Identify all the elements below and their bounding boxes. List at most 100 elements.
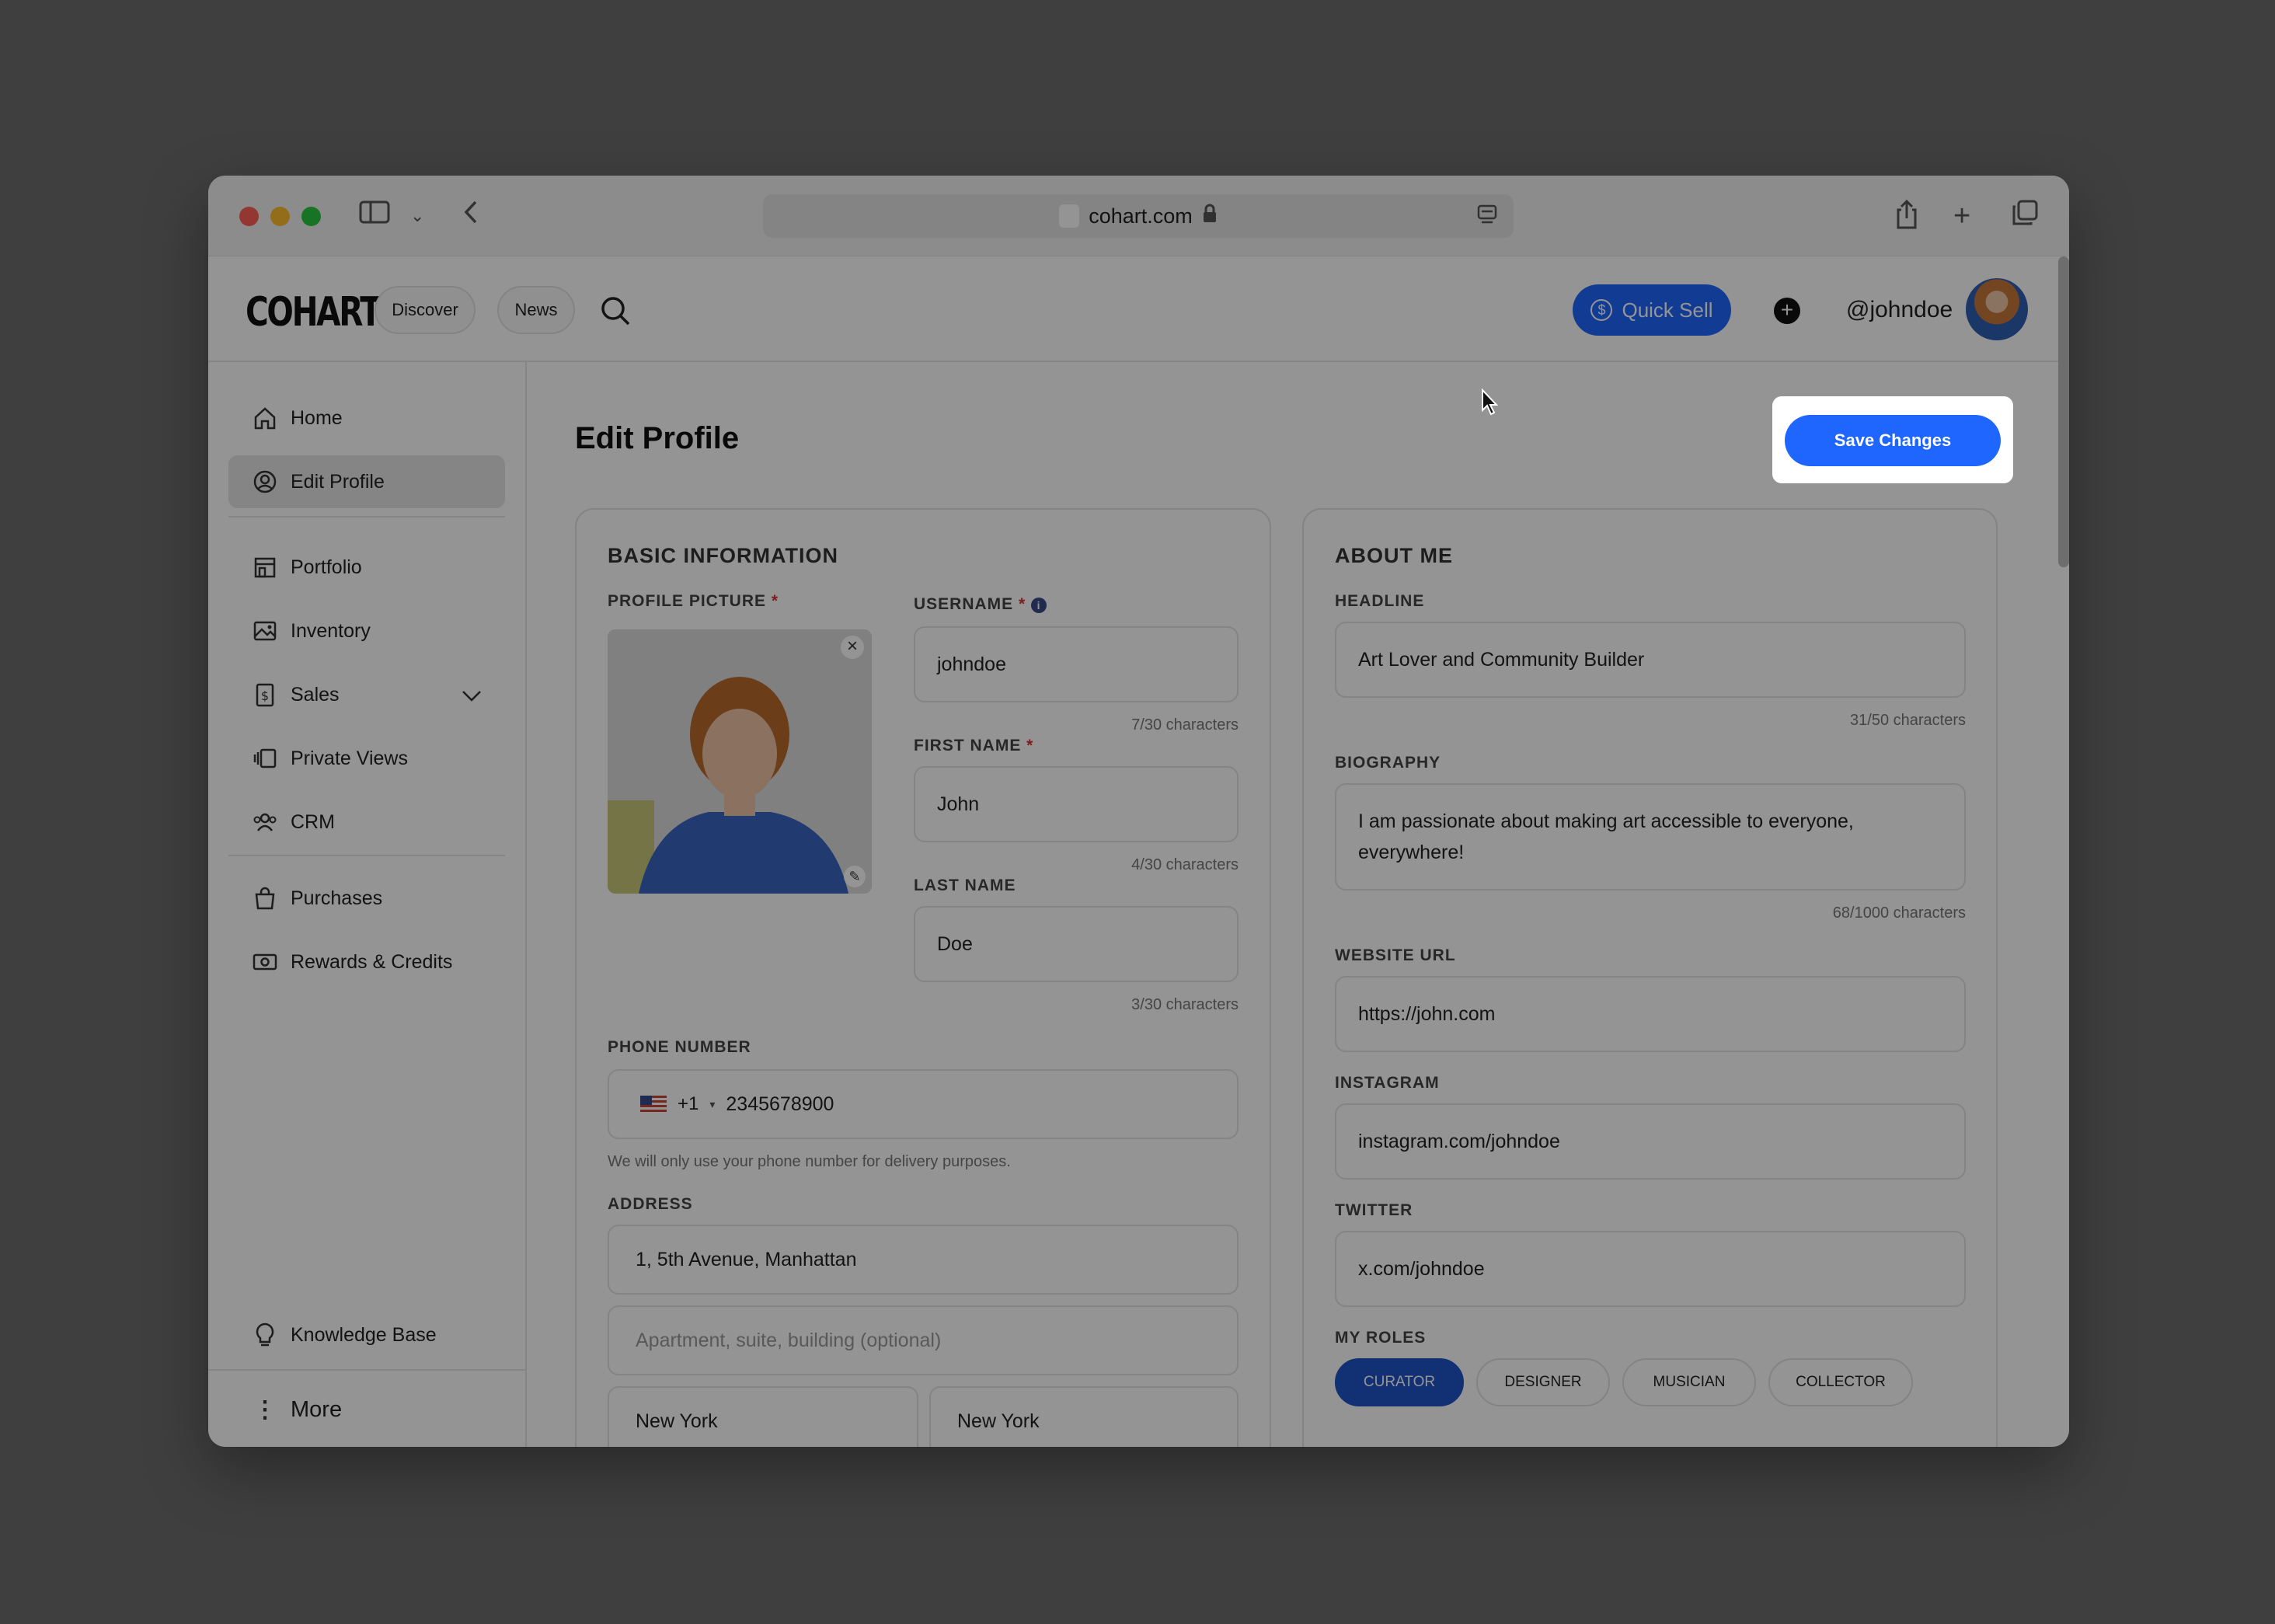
phone-value: 2345678900 [726, 1093, 834, 1115]
about-me-card: ABOUT ME HEADLINE Art Lover and Communit… [1302, 508, 1998, 1447]
app-header: COHART Discover News $ Quick Sell + @joh… [208, 256, 2069, 362]
remove-photo-icon[interactable]: × [841, 636, 864, 659]
last-name-input[interactable]: Doe [914, 906, 1239, 982]
cohart-logo[interactable]: COHART [246, 289, 381, 336]
sidebar-item-private-views[interactable]: Private Views [228, 732, 505, 785]
sidebar-item-crm[interactable]: CRM [228, 796, 505, 849]
website-input[interactable]: https://john.com [1335, 976, 1966, 1052]
username-input[interactable]: johndoe [914, 626, 1239, 702]
sidebar-item-sales[interactable]: $ Sales [228, 668, 505, 721]
zoom-window-button[interactable] [301, 207, 321, 226]
new-tab-icon[interactable]: + [1953, 199, 1970, 233]
twitter-input[interactable]: x.com/johndoe [1335, 1231, 1966, 1307]
section-title: ABOUT ME [1335, 544, 1453, 567]
us-flag-icon [640, 1096, 667, 1113]
back-icon[interactable] [462, 199, 480, 234]
label-text: FIRST NAME [914, 737, 1022, 754]
sidebar: Home Edit Profile Portfolio Inventory $ … [208, 362, 527, 1447]
sidebar-item-portfolio[interactable]: Portfolio [228, 541, 505, 594]
char-count: 4/30 characters [1131, 856, 1239, 873]
field-label: LAST NAME [914, 876, 1016, 894]
nav-discover[interactable]: Discover [375, 286, 476, 334]
username-label[interactable]: @johndoe [1846, 297, 1953, 323]
share-icon[interactable] [1894, 199, 1919, 239]
sidebar-item-knowledge-base[interactable]: Knowledge Base [228, 1309, 505, 1361]
tabs-overview-icon[interactable] [2011, 199, 2039, 235]
sidebar-item-purchases[interactable]: Purchases [228, 872, 505, 925]
phone-input[interactable]: +1 ▾ 2345678900 [608, 1069, 1239, 1139]
sidebar-item-label: Sales [291, 683, 340, 706]
role-chip-designer[interactable]: DESIGNER [1476, 1358, 1610, 1406]
sidebar-divider [208, 1369, 527, 1371]
reader-icon[interactable] [1476, 204, 1498, 232]
chevron-down-icon[interactable]: ⌄ [410, 199, 424, 233]
biography-textarea[interactable]: I am passionate about making art accessi… [1335, 783, 1966, 890]
money-icon [252, 949, 278, 975]
address-line2-input[interactable]: Apartment, suite, building (optional) [608, 1305, 1239, 1375]
search-icon[interactable] [600, 295, 631, 330]
sidebar-item-label: Inventory [291, 619, 371, 642]
field-label: INSTAGRAM [1335, 1074, 1440, 1092]
role-chip-musician[interactable]: MUSICIAN [1622, 1358, 1756, 1406]
instagram-input[interactable]: instagram.com/johndoe [1335, 1103, 1966, 1180]
info-icon[interactable]: i [1031, 598, 1047, 613]
sidebar-item-edit-profile[interactable]: Edit Profile [228, 455, 505, 508]
lock-icon [1202, 204, 1218, 229]
sidebar-item-home[interactable]: Home [228, 392, 505, 444]
close-window-button[interactable] [239, 207, 259, 226]
page-title: Edit Profile [575, 421, 740, 455]
required-asterisk: * [771, 592, 779, 610]
dollar-icon: $ [1590, 299, 1613, 321]
shopping-bag-icon [252, 885, 278, 911]
user-circle-icon [252, 469, 278, 495]
sidebar-divider [228, 516, 505, 518]
svg-text:$: $ [261, 688, 269, 703]
label-text: PROFILE PICTURE [608, 592, 767, 610]
more-vertical-icon: ⋮ [253, 1396, 277, 1423]
sidebar-item-label: Purchases [291, 887, 383, 909]
browser-window: ⌄ cohart.com + COHART Discover News $ Qu… [208, 176, 2069, 1447]
field-label: MY ROLES [1335, 1329, 1427, 1347]
quick-sell-button[interactable]: $ Quick Sell [1573, 284, 1731, 336]
city-input[interactable]: New York [608, 1386, 918, 1447]
url-bar[interactable]: cohart.com [763, 194, 1514, 238]
role-chip-collector[interactable]: COLLECTOR [1768, 1358, 1913, 1406]
chevron-down-icon: ▾ [709, 1097, 716, 1110]
address-line1-input[interactable]: 1, 5th Avenue, Manhattan [608, 1225, 1239, 1295]
profile-photo-image [608, 629, 872, 894]
sidebar-item-more[interactable]: ⋮ More [228, 1383, 505, 1436]
save-changes-highlight: Save Changes [1772, 396, 2013, 483]
first-name-input[interactable]: John [914, 766, 1239, 842]
profile-picture[interactable]: × ✎ [608, 629, 872, 894]
field-label: PROFILE PICTURE * [608, 592, 779, 611]
sidebar-item-label: More [291, 1396, 343, 1422]
role-chip-curator[interactable]: CURATOR [1335, 1358, 1464, 1406]
char-count: 7/30 characters [1131, 716, 1239, 734]
site-icon [1059, 204, 1080, 228]
sidebar-item-inventory[interactable]: Inventory [228, 605, 505, 657]
required-asterisk: * [1019, 595, 1026, 613]
scrollbar-thumb[interactable] [2058, 256, 2069, 567]
create-plus-icon[interactable]: + [1774, 298, 1800, 324]
save-changes-button[interactable]: Save Changes [1785, 415, 2001, 466]
state-input[interactable]: New York [929, 1386, 1239, 1447]
url-text: cohart.com [1089, 204, 1193, 228]
basic-info-card: BASIC INFORMATION PROFILE PICTURE * × ✎ … [575, 508, 1271, 1447]
required-asterisk: * [1026, 737, 1034, 754]
char-count: 31/50 characters [1850, 712, 1966, 729]
storefront-icon [252, 554, 278, 580]
chevron-down-icon[interactable] [462, 685, 482, 708]
nav-news[interactable]: News [497, 286, 575, 334]
avatar[interactable] [1966, 278, 2028, 340]
phone-hint: We will only use your phone number for d… [608, 1153, 1011, 1170]
edit-photo-icon[interactable]: ✎ [844, 866, 866, 887]
sidebar-toggle-icon[interactable] [359, 199, 390, 233]
lightbulb-icon [252, 1322, 278, 1348]
country-code[interactable]: +1 [678, 1093, 699, 1115]
headline-input[interactable]: Art Lover and Community Builder [1335, 622, 1966, 698]
field-label: ADDRESS [608, 1195, 693, 1213]
sidebar-item-label: Private Views [291, 747, 408, 769]
minimize-window-button[interactable] [270, 207, 290, 226]
sidebar-item-rewards[interactable]: Rewards & Credits [228, 936, 505, 988]
main-content: Edit Profile BASIC INFORMATION PROFILE P… [527, 362, 2069, 1447]
